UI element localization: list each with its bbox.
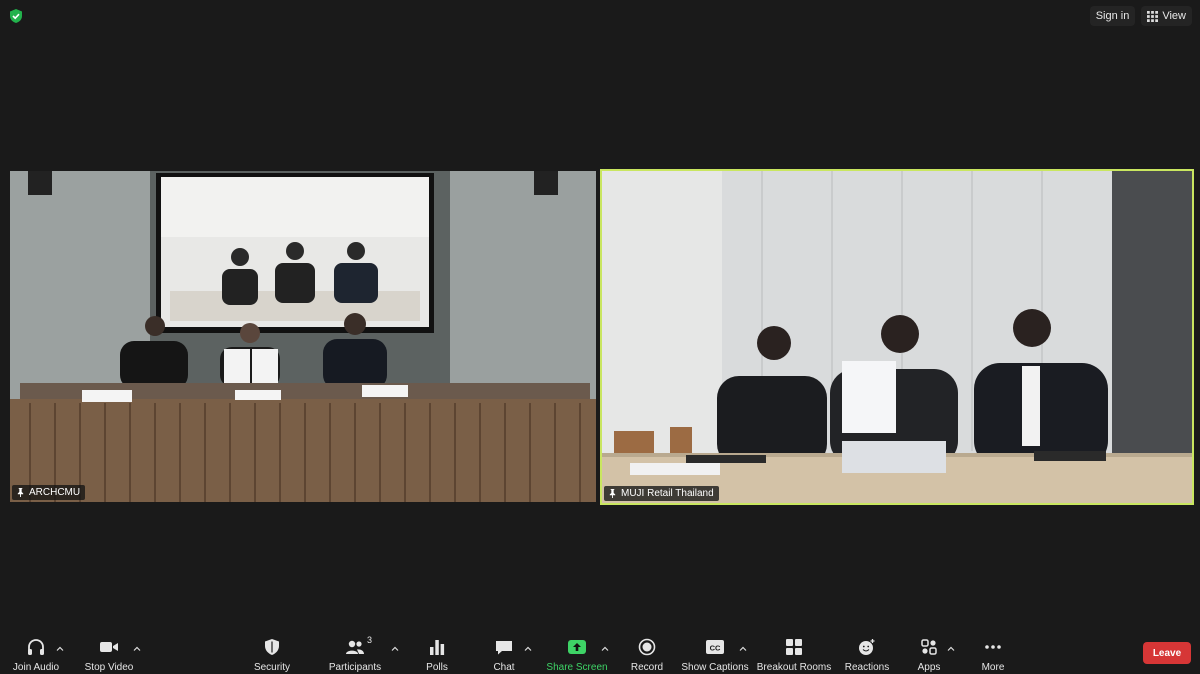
- participant-name: ARCHCMU: [29, 487, 81, 498]
- record-button[interactable]: Record: [626, 628, 668, 674]
- chevron-up-icon: [524, 646, 532, 651]
- breakout-rooms-icon: [786, 639, 802, 655]
- more-dots-icon: [985, 645, 1001, 649]
- participants-options-caret[interactable]: [391, 640, 401, 651]
- encryption-shield-icon[interactable]: [8, 8, 24, 24]
- more-label: More: [981, 662, 1005, 673]
- video-tile-muji-retail-thailand[interactable]: MUJI Retail Thailand: [600, 169, 1194, 505]
- view-label: View: [1162, 10, 1186, 22]
- video-camera-icon: [100, 642, 118, 652]
- stop-video-label: Stop Video: [84, 662, 134, 673]
- headphones-icon: [28, 639, 44, 655]
- apps-label: Apps: [917, 662, 941, 673]
- breakout-rooms-button[interactable]: Breakout Rooms: [757, 628, 831, 674]
- apps-options-caret[interactable]: [947, 640, 957, 651]
- share-screen-icon: [568, 640, 586, 654]
- security-label: Security: [253, 662, 291, 673]
- video-tile-archcmu[interactable]: ARCHCMU: [10, 171, 596, 502]
- apps-button[interactable]: Apps: [912, 628, 946, 674]
- captions-options-caret[interactable]: [739, 640, 749, 651]
- participants-count: 3: [366, 635, 372, 645]
- video-feed-image: [602, 171, 1192, 503]
- bar-chart-icon: [430, 640, 445, 655]
- chat-label: Chat: [493, 662, 515, 673]
- chat-button[interactable]: Chat: [486, 628, 522, 674]
- stop-video-button[interactable]: Stop Video: [80, 628, 138, 674]
- meeting-toolbar: Join Audio Stop Video Security 3 Partici…: [0, 628, 1200, 674]
- show-captions-label: Show Captions: [681, 662, 749, 673]
- share-screen-label: Share Screen: [546, 662, 608, 673]
- audio-options-caret[interactable]: [56, 640, 66, 651]
- reactions-label: Reactions: [844, 662, 890, 673]
- participant-name-tag: ARCHCMU: [12, 485, 86, 500]
- leave-label: Leave: [1152, 647, 1182, 659]
- grid-view-icon: [1147, 10, 1159, 22]
- participant-name: MUJI Retail Thailand: [621, 488, 714, 499]
- chevron-up-icon: [391, 646, 399, 651]
- participant-name-tag: MUJI Retail Thailand: [604, 486, 719, 501]
- shield-icon: [265, 639, 279, 655]
- pin-icon: [609, 489, 616, 498]
- chevron-up-icon: [133, 646, 141, 651]
- chevron-up-icon: [739, 646, 747, 651]
- chevron-up-icon: [947, 646, 955, 651]
- share-options-caret[interactable]: [601, 640, 611, 651]
- video-feed-image: [10, 171, 596, 502]
- polls-label: Polls: [426, 662, 448, 673]
- svg-text:CC: CC: [710, 644, 721, 653]
- chat-options-caret[interactable]: [524, 640, 534, 651]
- sign-in-button[interactable]: Sign in: [1089, 6, 1136, 26]
- participants-label: Participants: [328, 662, 382, 673]
- leave-button[interactable]: Leave: [1143, 642, 1191, 664]
- join-audio-label: Join Audio: [12, 662, 60, 673]
- video-options-caret[interactable]: [133, 640, 143, 651]
- participants-button[interactable]: 3 Participants: [324, 628, 386, 674]
- reactions-button[interactable]: Reactions: [842, 628, 892, 674]
- apps-icon: [921, 639, 937, 655]
- sign-in-label: Sign in: [1095, 10, 1130, 22]
- participants-icon: [346, 640, 364, 654]
- smiley-plus-icon: [859, 639, 875, 655]
- record-label: Record: [630, 662, 664, 673]
- security-button[interactable]: Security: [246, 628, 298, 674]
- record-icon: [638, 638, 656, 656]
- view-button[interactable]: View: [1141, 6, 1192, 26]
- more-button[interactable]: More: [975, 628, 1011, 674]
- chevron-up-icon: [56, 646, 64, 651]
- polls-button[interactable]: Polls: [418, 628, 456, 674]
- breakout-rooms-label: Breakout Rooms: [756, 662, 832, 673]
- share-screen-button[interactable]: Share Screen: [545, 628, 609, 674]
- chevron-up-icon: [601, 646, 609, 651]
- closed-captions-icon: CC: [706, 640, 724, 654]
- pin-icon: [17, 488, 24, 497]
- chat-bubble-icon: [496, 641, 512, 655]
